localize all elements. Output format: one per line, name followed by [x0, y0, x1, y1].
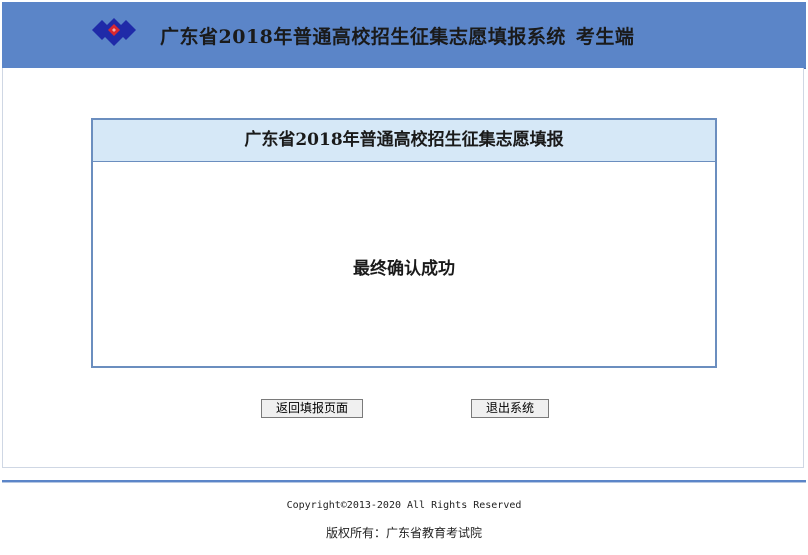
logo-diamonds-icon [92, 18, 136, 46]
app-title-main: 广东省2018年普通高校招生征集志愿填报系统 [160, 26, 566, 48]
page: 广东省2018年普通高校招生征集志愿填报系统 考生端 广东省2018年普通高校招生… [0, 0, 808, 555]
return-to-form-button[interactable]: 返回填报页面 [261, 399, 363, 418]
app-title: 广东省2018年普通高校招生征集志愿填报系统 考生端 [160, 22, 634, 49]
panel-title: 广东省2018年普通高校招生征集志愿填报 [93, 120, 715, 162]
app-title-role: 考生端 [575, 26, 635, 48]
exit-system-button[interactable]: 退出系统 [471, 399, 549, 418]
success-message: 最终确认成功 [353, 259, 455, 279]
confirmation-panel: 广东省2018年普通高校招生征集志愿填报 最终确认成功 [91, 118, 717, 368]
footer-divider-light [2, 482, 806, 483]
copyright-owner: 版权所有：广东省教育考试院 [325, 526, 482, 540]
copyright-text: Copyright©2013-2020 All Rights Reserved [286, 500, 522, 511]
header-bar: 广东省2018年普通高校招生征集志愿填报系统 考生端 [2, 2, 806, 69]
